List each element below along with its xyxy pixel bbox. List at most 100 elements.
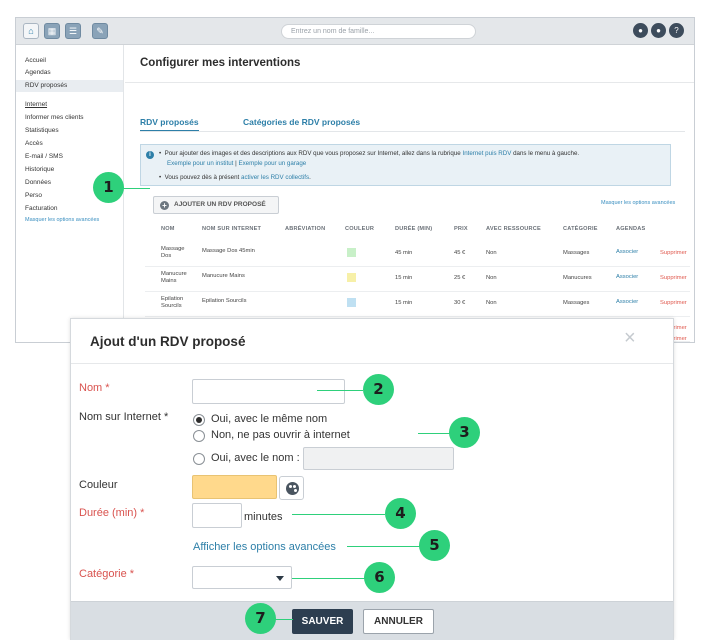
associate-link[interactable]: Associer [616, 249, 638, 256]
divider [140, 131, 685, 132]
hide-advanced-link[interactable]: Masquer les options avancées [601, 200, 675, 206]
radio-label: Oui, avec le même nom [211, 413, 328, 425]
col-header-internet: NOM SUR INTERNET [202, 226, 262, 232]
collective-rdv-link[interactable]: activer les RDV collectifs [241, 174, 309, 181]
col-header-duree: DURÉE (MIN) [395, 226, 433, 232]
list-icon[interactable]: ☰ [65, 23, 81, 39]
sidebar-item-perso[interactable]: Perso [25, 192, 42, 199]
col-header-categorie: CATÉGORIE [563, 226, 598, 232]
show-advanced-link[interactable]: Afficher les options avancées [193, 541, 336, 553]
sidebar-item-informer[interactable]: Informer mes clients [25, 114, 84, 121]
callout-badge-5: 5 [419, 530, 450, 561]
tab-rdv-proposes[interactable]: RDV proposés [140, 117, 199, 132]
team-icon[interactable]: ● [651, 23, 666, 38]
sidebar-item-email-sms[interactable]: E-mail / SMS [25, 153, 63, 160]
search-input[interactable]: Entrez un nom de famille... [281, 24, 476, 39]
cancel-button[interactable]: ANNULER [363, 609, 434, 634]
top-bar: ⌂ ▦ ☰ ✎ Entrez un nom de famille... ● ● … [16, 18, 694, 45]
cell-nom: Massage [161, 246, 185, 252]
radio-button[interactable] [193, 414, 205, 426]
cell-ressource: Non [486, 250, 497, 256]
color-picker-field[interactable] [192, 475, 277, 499]
user-icon[interactable]: ● [633, 23, 648, 38]
sidebar-item-statistiques[interactable]: Statistiques [25, 127, 59, 134]
duree-label: Durée (min) * [79, 507, 145, 519]
couleur-label: Couleur [79, 479, 118, 491]
sidebar-item-acces[interactable]: Accès [25, 140, 43, 147]
cell-nom: Manucure [161, 271, 187, 277]
add-rdv-label: AJOUTER UN RDV PROPOSÉ [174, 201, 266, 208]
nom-input[interactable] [192, 379, 345, 404]
sidebar-item-facturation[interactable]: Facturation [25, 205, 58, 212]
radio-label: Non, ne pas ouvrir à internet [211, 429, 350, 441]
cell-prix: 45 € [454, 250, 466, 256]
col-header-abreviation: ABRÉVIATION [285, 226, 326, 232]
associate-link[interactable]: Associer [616, 274, 638, 281]
cell-ressource: Non [486, 300, 497, 306]
callout-line [292, 578, 365, 579]
callout-line [122, 188, 150, 189]
cell-prix: 25 € [454, 275, 466, 281]
cell-categorie: Massages [563, 250, 590, 256]
color-swatch [347, 273, 356, 282]
callout-badge-3: 3 [449, 417, 480, 448]
categorie-select[interactable] [192, 566, 292, 589]
radio-button[interactable] [193, 430, 205, 442]
home-icon[interactable]: ⌂ [23, 23, 39, 39]
associate-link[interactable]: Associer [616, 299, 638, 306]
delete-link[interactable]: Supprimer [660, 275, 687, 282]
radio-button[interactable] [193, 453, 205, 465]
page-title: Configurer mes interventions [140, 57, 301, 69]
delete-link[interactable]: Supprimer [660, 300, 687, 307]
modal-footer: SAUVER ANNULER [71, 601, 673, 640]
internet-rdv-link[interactable]: Internet puis RDV [462, 150, 511, 157]
sidebar-hide-advanced-link[interactable]: Masquer les options avancées [25, 217, 99, 223]
col-header-agendas: AGENDAS [616, 226, 646, 232]
info-line-2: • Vous pouvez dès à présent activer les … [159, 174, 311, 181]
cell-ressource: Non [486, 275, 497, 281]
delete-link[interactable]: Supprimer [660, 250, 687, 257]
sidebar-item-internet[interactable]: Internet [25, 101, 47, 108]
callout-line [292, 514, 385, 515]
tab-categories[interactable]: Catégories de RDV proposés [243, 117, 360, 127]
callout-badge-6: 6 [364, 562, 395, 593]
nom-label: Nom * [79, 382, 110, 394]
minutes-unit: minutes [244, 511, 283, 523]
custom-name-input[interactable] [303, 447, 454, 470]
info-examples: Exemple pour un institut | Exemple pour … [167, 160, 306, 167]
palette-button[interactable] [279, 476, 304, 500]
cell-categorie: Massages [563, 300, 590, 306]
calendar-icon[interactable]: ▦ [44, 23, 60, 39]
save-button[interactable]: SAUVER [292, 609, 353, 634]
example-garage-link[interactable]: Exemple pour un garage [238, 160, 306, 167]
col-header-ressource: AVEC RESSOURCE [486, 226, 541, 232]
cell-duree: 15 min [395, 275, 413, 281]
col-header-prix: PRIX [454, 226, 468, 232]
add-rdv-button[interactable]: + AJOUTER UN RDV PROPOSÉ [153, 196, 279, 214]
stats-icon[interactable]: ✎ [92, 23, 108, 39]
cell-nom: Dos [161, 253, 172, 259]
info-text: dans le menu à gauche. [513, 150, 580, 157]
help-icon[interactable]: ? [669, 23, 684, 38]
cell-duree: 15 min [395, 300, 413, 306]
info-text: Pour ajouter des images et des descripti… [164, 150, 461, 157]
sidebar-item-rdv-proposes[interactable]: RDV proposés [16, 80, 123, 92]
chevron-down-icon [276, 576, 284, 581]
cell-categorie: Manucures [563, 275, 592, 281]
cell-duree: 45 min [395, 250, 413, 256]
add-rdv-modal: Ajout d'un RDV proposé × Nom * Nom sur I… [70, 318, 674, 640]
sidebar-item-historique[interactable]: Historique [25, 166, 54, 173]
sidebar-item-accueil[interactable]: Accueil [25, 57, 46, 64]
sidebar-item-agendas[interactable]: Agendas [25, 69, 51, 76]
color-swatch [347, 298, 356, 307]
duree-input[interactable] [192, 503, 242, 528]
example-institut-link[interactable]: Exemple pour un institut [167, 160, 233, 167]
callout-badge-7: 7 [245, 603, 276, 634]
cell-internet: Manucure Mains [202, 273, 245, 279]
callout-badge-1: 1 [93, 172, 124, 203]
sidebar-item-donnees[interactable]: Données [25, 179, 51, 186]
cell-nom: Mains [161, 278, 177, 284]
close-icon[interactable]: × [624, 328, 636, 348]
modal-title: Ajout d'un RDV proposé [90, 334, 246, 349]
info-box: i • Pour ajouter des images et des descr… [140, 144, 671, 186]
